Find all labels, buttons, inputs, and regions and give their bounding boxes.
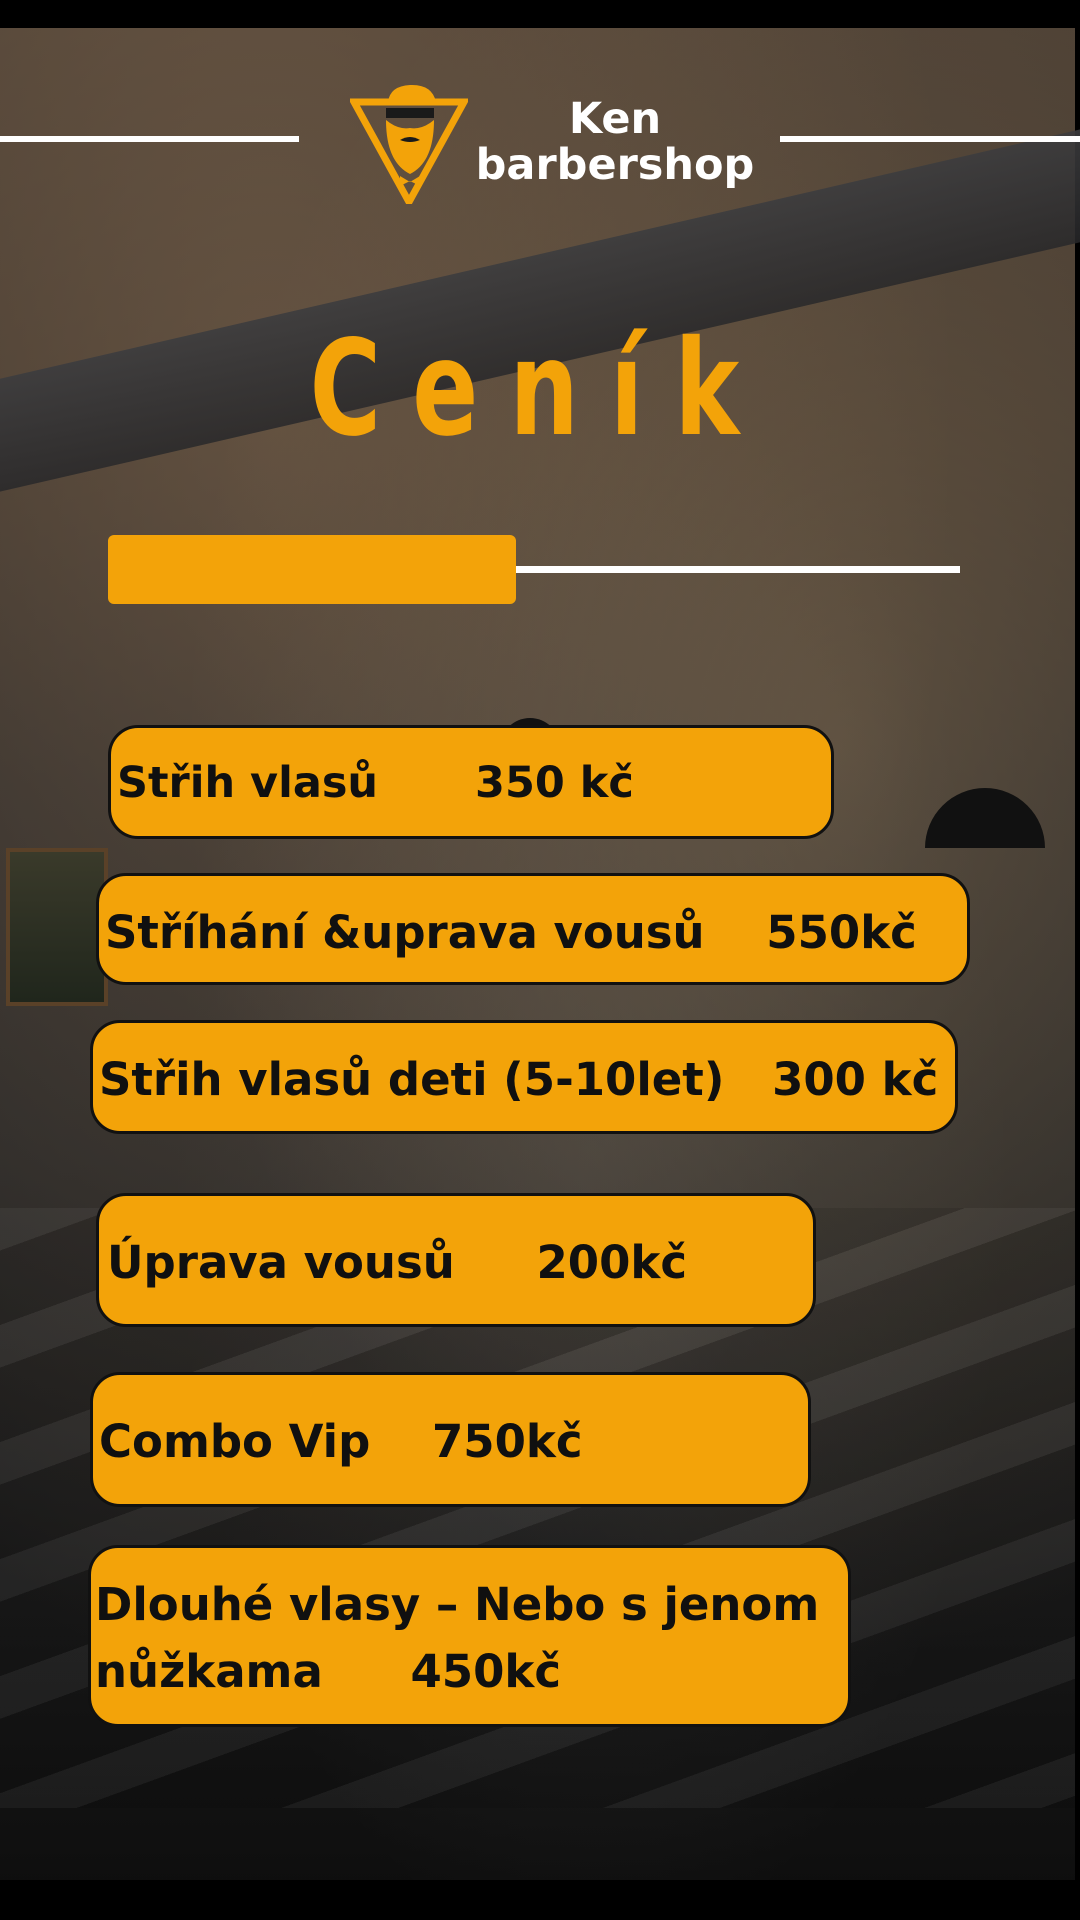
section-divider-line [516,566,960,573]
brand-name: Ken barbershop [470,96,760,188]
bearded-man-triangle-logo-icon [348,82,470,210]
price-item-strih-deti: Střih vlasů deti (5-10let) 300 kč [90,1020,958,1134]
price-item-name: Stříhání &uprava vousů [105,906,705,959]
price-item-price: 350 kč [475,758,634,808]
price-item-price: 450kč [410,1645,562,1698]
price-item-name: Střih vlasů [117,758,379,808]
price-item-price: 300 kč [772,1053,939,1106]
price-item-name-line2: nůžkama [95,1645,323,1698]
price-item-name: Combo Vip [99,1415,371,1468]
wall-painting [6,848,108,1006]
price-item-name: Úprava vousů [107,1236,455,1289]
price-item-price: 750kč [431,1415,583,1468]
price-item-combo-vip: Combo Vip 750kč [90,1372,811,1507]
price-item-name: Dlouhé vlasy – Nebo s jenom [95,1578,820,1631]
header-divider-right [780,136,1080,142]
price-item-price: 550kč [766,906,917,959]
price-item-price: 200kč [536,1236,688,1289]
price-item-uprava-vousu: Úprava vousů 200kč [96,1193,816,1327]
page-title: Ceník [309,312,771,466]
brand-line-1: Ken [568,94,662,144]
price-item-strih: Střih vlasů 350 kč [108,725,834,839]
price-item-dlouhe-vlasy: Dlouhé vlasy – Nebo s jenom nůžkama 450k… [88,1545,851,1727]
brand-line-2: barbershop [475,140,755,190]
bottom-bar [0,1880,1080,1920]
price-item-strihani-uprava: Stříhání &uprava vousů 550kč [96,873,970,985]
price-item-name: Střih vlasů deti (5-10let) [99,1053,725,1106]
section-highlight-bar [108,535,516,604]
header-divider-left [0,136,299,142]
pendant-lamp [925,788,1045,848]
